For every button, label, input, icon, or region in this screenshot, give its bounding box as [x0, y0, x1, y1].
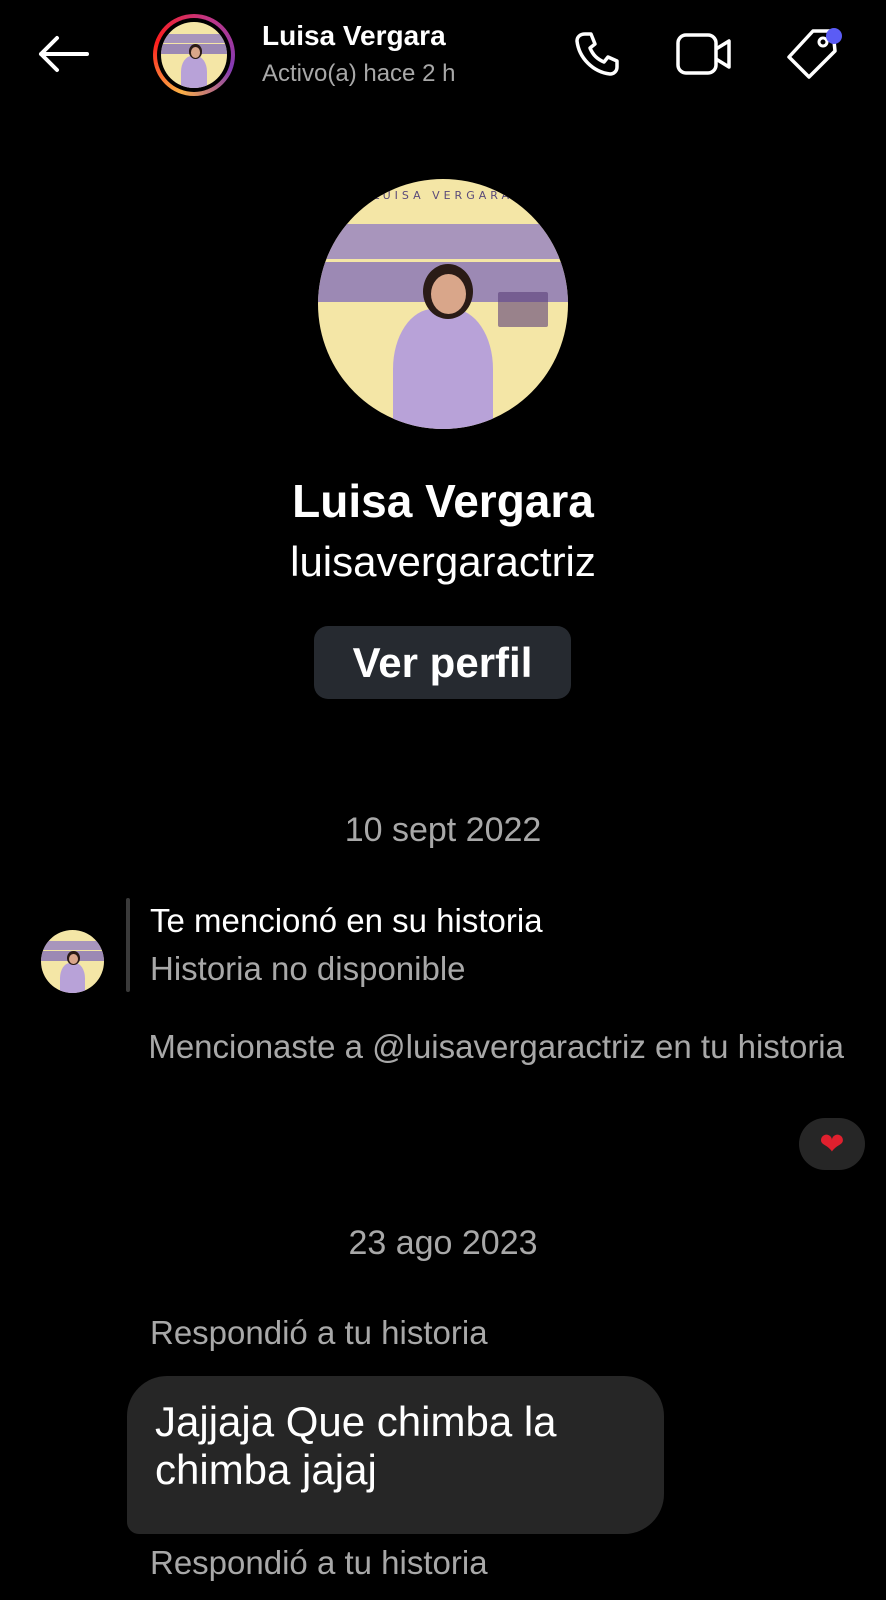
back-button[interactable] — [32, 28, 94, 80]
heart-icon: ❤ — [819, 1127, 845, 1161]
arrow-left-icon — [39, 36, 89, 72]
date-separator: 10 sept 2022 — [344, 811, 542, 849]
header-activity-status: Activo(a) hace 2 h — [262, 60, 456, 87]
date-separator: 23 ago 2023 — [348, 1224, 538, 1262]
message-bubble[interactable]: Jajjaja Que chimba la chimba jajaj — [127, 1376, 664, 1534]
notification-dot — [826, 28, 842, 44]
profile-photo[interactable]: LUISA VERGARA — [318, 179, 568, 429]
header-contact-name[interactable]: Luisa Vergara — [262, 20, 446, 52]
heart-reaction[interactable]: ❤ — [799, 1118, 865, 1170]
phone-icon — [575, 32, 619, 76]
header-avatar[interactable] — [153, 14, 235, 96]
profile-name: Luisa Vergara — [292, 475, 594, 527]
story-unavailable-text: Historia no disponible — [150, 950, 466, 987]
profile-photo-text: LUISA VERGARA — [373, 189, 513, 202]
audio-call-button[interactable] — [567, 26, 627, 82]
replied-story-label: Respondió a tu historia — [150, 1544, 488, 1581]
video-call-button[interactable] — [674, 26, 734, 82]
sender-avatar[interactable] — [41, 930, 104, 993]
profile-username: luisavergaractriz — [290, 538, 596, 585]
mention-divider — [126, 898, 130, 992]
avatar-image — [161, 22, 227, 88]
view-profile-button[interactable]: Ver perfil — [314, 626, 571, 699]
replied-story-label: Respondió a tu historia — [150, 1314, 488, 1351]
video-camera-icon — [676, 33, 731, 75]
story-mention-title[interactable]: Te mencionó en su historia — [150, 902, 543, 940]
you-mentioned-text: Mencionaste a @luisavergaractriz en tu h… — [148, 1028, 844, 1065]
